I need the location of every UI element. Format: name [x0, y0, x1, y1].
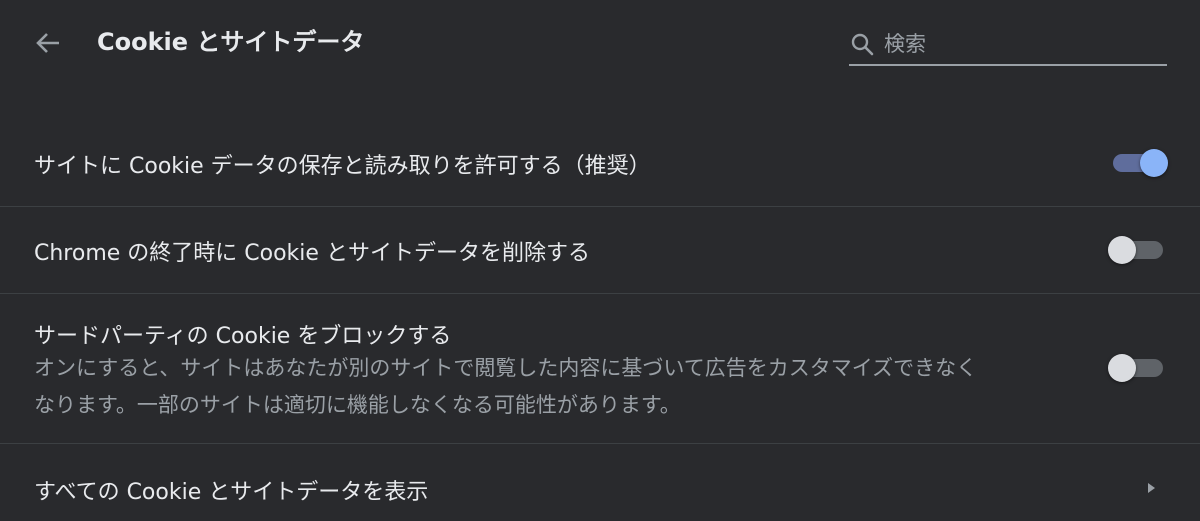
page-header: Cookie とサイトデータ [0, 0, 1200, 90]
toggle-knob [1108, 354, 1136, 382]
setting-description-line: なります。一部のサイトは適切に機能しなくなる可能性があります。 [34, 393, 681, 417]
chevron-right-icon[interactable] [1144, 480, 1158, 496]
setting-label: Chrome の終了時に Cookie とサイトデータを削除する [34, 241, 590, 266]
link-label: すべての Cookie とサイトデータを表示 [34, 480, 429, 505]
page-title: Cookie とサイトデータ [97, 28, 365, 56]
block-third-party-toggle[interactable] [1108, 352, 1168, 384]
setting-row-allow-cookies[interactable]: サイトに Cookie データの保存と読み取りを許可する（推奨） [0, 120, 1200, 206]
setting-label: サードパーティの Cookie をブロックする [34, 324, 452, 349]
search-icon [851, 33, 874, 56]
search-input[interactable] [884, 28, 1154, 60]
toggle-knob [1140, 149, 1168, 177]
setting-label: サイトに Cookie データの保存と読み取りを許可する（推奨） [34, 154, 651, 179]
allow-cookies-toggle[interactable] [1108, 147, 1168, 179]
clear-on-exit-toggle[interactable] [1108, 234, 1168, 266]
back-button[interactable] [28, 26, 68, 60]
see-all-cookies-link[interactable]: すべての Cookie とサイトデータを表示 [0, 444, 1200, 521]
setting-row-clear-on-exit[interactable]: Chrome の終了時に Cookie とサイトデータを削除する [0, 207, 1200, 293]
search-box[interactable] [849, 28, 1167, 66]
setting-row-block-third-party[interactable]: サードパーティの Cookie をブロックする オンにすると、サイトはあなたが別… [0, 294, 1200, 443]
setting-description-line: オンにすると、サイトはあなたが別のサイトで閲覧した内容に基づいて広告をカスタマイ… [34, 356, 978, 380]
toggle-knob [1108, 236, 1136, 264]
arrow-back-icon [36, 33, 59, 53]
setting-description: オンにすると、サイトはあなたが別のサイトで閲覧した内容に基づいて広告をカスタマイ… [34, 350, 1074, 424]
cookie-settings-page: Cookie とサイトデータ サイトに Cookie データの保存と読み取りを許… [0, 0, 1200, 521]
